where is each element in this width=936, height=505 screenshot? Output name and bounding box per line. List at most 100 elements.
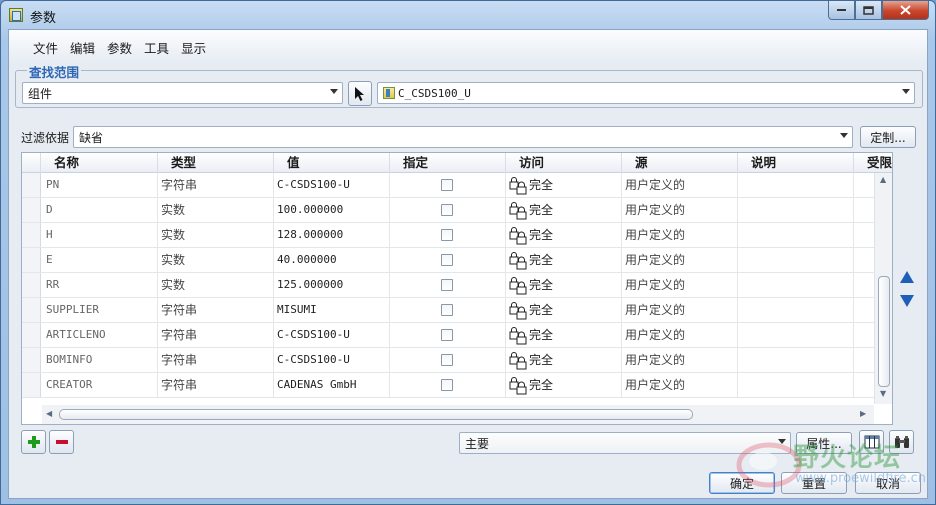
customize-button[interactable]: 定制... xyxy=(860,126,916,148)
param-name-cell[interactable]: RR xyxy=(41,273,158,297)
description-cell[interactable] xyxy=(738,173,854,197)
designate-checkbox[interactable] xyxy=(441,304,453,316)
access-cell[interactable]: 完全 xyxy=(506,273,622,297)
cancel-button[interactable]: 取消 xyxy=(855,472,921,494)
param-value-cell[interactable]: C-CSDS100-U xyxy=(274,173,390,197)
menu-display[interactable]: 显示 xyxy=(175,38,212,57)
scroll-right-icon[interactable]: ▶ xyxy=(860,409,866,418)
param-value-cell[interactable]: 100.000000 xyxy=(274,198,390,222)
scroll-left-icon[interactable]: ◀ xyxy=(46,409,52,418)
table-row[interactable]: D 实数 100.000000 完全 用户定义的 xyxy=(22,198,874,223)
restricted-cell[interactable] xyxy=(854,273,874,297)
object-name-select[interactable]: C_CSDS100_U xyxy=(377,82,915,104)
table-row[interactable]: E 实数 40.000000 完全 用户定义的 xyxy=(22,248,874,273)
column-header-restricted[interactable]: 受限 xyxy=(854,153,892,173)
table-row[interactable]: RR 实数 125.000000 完全 用户定义的 xyxy=(22,273,874,298)
table-row[interactable]: ARTICLENO 字符串 C-CSDS100-U 完全 用户定义的 xyxy=(22,323,874,348)
param-value-cell[interactable]: 125.000000 xyxy=(274,273,390,297)
table-row[interactable]: PN 字符串 C-CSDS100-U 完全 用户定义的 xyxy=(22,173,874,198)
designate-checkbox[interactable] xyxy=(441,279,453,291)
scroll-up-icon[interactable]: ▲ xyxy=(880,175,886,184)
access-cell[interactable]: 完全 xyxy=(506,373,622,397)
maximize-button[interactable] xyxy=(855,1,882,20)
menu-tools[interactable]: 工具 xyxy=(138,38,175,57)
minimize-button[interactable] xyxy=(828,1,855,20)
designate-checkbox[interactable] xyxy=(441,254,453,266)
param-name-cell[interactable]: E xyxy=(41,248,158,272)
restricted-cell[interactable] xyxy=(854,198,874,222)
param-value-cell[interactable]: 128.000000 xyxy=(274,223,390,247)
designate-checkbox[interactable] xyxy=(441,354,453,366)
row-header[interactable] xyxy=(22,348,41,372)
remove-parameter-button[interactable] xyxy=(49,430,74,454)
row-header[interactable] xyxy=(22,273,41,297)
param-type-cell[interactable]: 字符串 xyxy=(158,323,274,347)
param-value-cell[interactable]: MISUMI xyxy=(274,298,390,322)
table-row[interactable]: BOMINFO 字符串 C-CSDS100-U 完全 用户定义的 xyxy=(22,348,874,373)
table-columns-button[interactable] xyxy=(859,430,884,454)
scroll-down-icon[interactable]: ▼ xyxy=(880,389,886,398)
restricted-cell[interactable] xyxy=(854,248,874,272)
param-name-cell[interactable]: CREATOR xyxy=(41,373,158,397)
filter-select[interactable]: 缺省 xyxy=(73,126,853,148)
param-type-cell[interactable]: 实数 xyxy=(158,273,274,297)
param-name-cell[interactable]: D xyxy=(41,198,158,222)
param-name-cell[interactable]: H xyxy=(41,223,158,247)
select-object-button[interactable] xyxy=(348,81,372,106)
param-name-cell[interactable]: SUPPLIER xyxy=(41,298,158,322)
access-cell[interactable]: 完全 xyxy=(506,223,622,247)
access-cell[interactable]: 完全 xyxy=(506,248,622,272)
designate-checkbox[interactable] xyxy=(441,204,453,216)
param-value-cell[interactable]: C-CSDS100-U xyxy=(274,348,390,372)
column-header-description[interactable]: 说明 xyxy=(738,153,854,173)
row-header[interactable] xyxy=(22,373,41,397)
param-type-cell[interactable]: 实数 xyxy=(158,223,274,247)
column-header-source[interactable]: 源 xyxy=(622,153,738,173)
description-cell[interactable] xyxy=(738,248,854,272)
description-cell[interactable] xyxy=(738,273,854,297)
param-type-cell[interactable]: 字符串 xyxy=(158,298,274,322)
object-type-select[interactable]: 组件 xyxy=(22,82,343,104)
access-cell[interactable]: 完全 xyxy=(506,323,622,347)
description-cell[interactable] xyxy=(738,298,854,322)
access-cell[interactable]: 完全 xyxy=(506,198,622,222)
row-header[interactable] xyxy=(22,223,41,247)
vertical-scroll-thumb[interactable] xyxy=(878,276,890,387)
parameter-set-select[interactable]: 主要 xyxy=(459,432,791,454)
menu-edit[interactable]: 编辑 xyxy=(64,38,101,57)
properties-button[interactable]: 属性... xyxy=(796,432,852,454)
param-type-cell[interactable]: 实数 xyxy=(158,198,274,222)
param-value-cell[interactable]: 40.000000 xyxy=(274,248,390,272)
description-cell[interactable] xyxy=(738,348,854,372)
restricted-cell[interactable] xyxy=(854,323,874,347)
column-header-name[interactable]: 名称 xyxy=(41,153,158,173)
restricted-cell[interactable] xyxy=(854,373,874,397)
access-cell[interactable]: 完全 xyxy=(506,298,622,322)
row-header[interactable] xyxy=(22,298,41,322)
param-value-cell[interactable]: CADENAS GmbH xyxy=(274,373,390,397)
horizontal-scroll-thumb[interactable] xyxy=(59,409,693,420)
row-header[interactable] xyxy=(22,323,41,347)
restricted-cell[interactable] xyxy=(854,223,874,247)
restricted-cell[interactable] xyxy=(854,173,874,197)
row-header[interactable] xyxy=(22,198,41,222)
designate-checkbox[interactable] xyxy=(441,379,453,391)
column-header-type[interactable]: 类型 xyxy=(158,153,274,173)
move-down-arrow-icon[interactable] xyxy=(899,294,915,308)
restricted-cell[interactable] xyxy=(854,298,874,322)
designate-checkbox[interactable] xyxy=(441,179,453,191)
param-type-cell[interactable]: 实数 xyxy=(158,248,274,272)
designate-checkbox[interactable] xyxy=(441,229,453,241)
close-button[interactable] xyxy=(882,1,929,20)
designate-checkbox[interactable] xyxy=(441,329,453,341)
add-parameter-button[interactable] xyxy=(21,430,46,454)
column-header-value[interactable]: 值 xyxy=(274,153,390,173)
row-header[interactable] xyxy=(22,248,41,272)
param-type-cell[interactable]: 字符串 xyxy=(158,173,274,197)
reset-button[interactable]: 重置 xyxy=(781,472,847,494)
description-cell[interactable] xyxy=(738,323,854,347)
param-type-cell[interactable]: 字符串 xyxy=(158,373,274,397)
param-name-cell[interactable]: BOMINFO xyxy=(41,348,158,372)
param-type-cell[interactable]: 字符串 xyxy=(158,348,274,372)
description-cell[interactable] xyxy=(738,223,854,247)
